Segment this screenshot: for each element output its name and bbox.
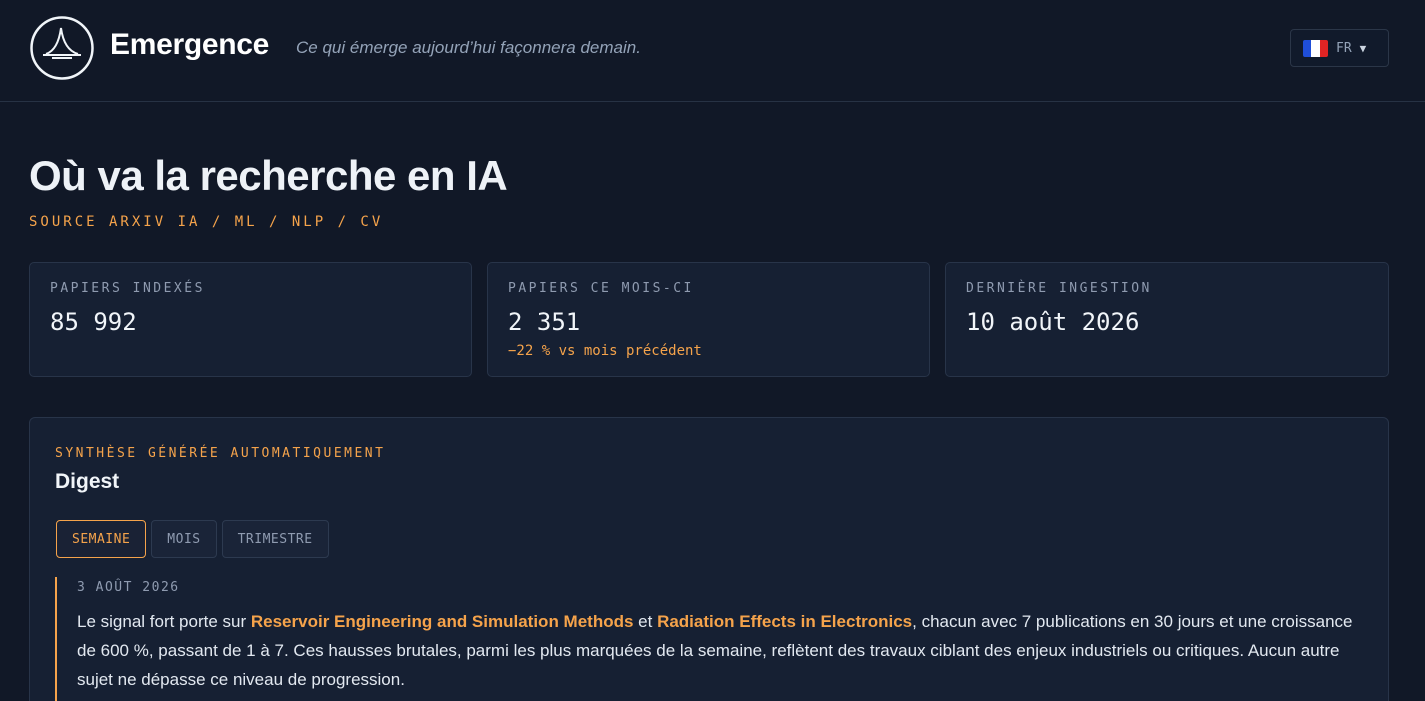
stat-delta: −22 % vs mois précédent <box>508 343 702 359</box>
language-selector[interactable]: FR ▼ <box>1290 29 1389 67</box>
stat-label: PAPIERS CE MOIS-CI <box>508 281 694 296</box>
stat-card-last-ingestion: DERNIÈRE INGESTION 10 août 2026 <box>945 262 1389 377</box>
digest-topic-link[interactable]: Radiation Effects in Electronics <box>657 612 912 631</box>
brand-tagline: Ce qui émerge aujourd’hui façonnera dema… <box>296 38 641 57</box>
chevron-down-icon: ▼ <box>1359 41 1367 55</box>
tab-trimestre[interactable]: TRIMESTRE <box>221 520 329 558</box>
app-header: Emergence Ce qui émerge aujourd’hui faço… <box>0 0 1425 102</box>
tab-semaine[interactable]: SEMAINE <box>56 520 147 558</box>
digest-title: Digest <box>55 470 120 493</box>
emergence-logo-icon[interactable] <box>29 16 95 80</box>
stat-value: 10 août 2026 <box>966 308 1140 336</box>
stat-label: DERNIÈRE INGESTION <box>966 281 1152 296</box>
stat-label: PAPIERS INDEXÉS <box>50 281 205 296</box>
page-title: Où va la recherche en IA <box>29 152 508 199</box>
digest-period-tabs: SEMAINE MOIS TRIMESTRE <box>56 520 329 558</box>
tab-mois[interactable]: MOIS <box>151 520 217 558</box>
stat-value: 85 992 <box>50 308 137 336</box>
language-code: FR <box>1336 40 1352 56</box>
stat-card-indexed: PAPIERS INDEXÉS 85 992 <box>29 262 472 377</box>
digest-entry-text: Le signal fort porte sur Reservoir Engin… <box>77 607 1357 694</box>
stat-card-this-month: PAPIERS CE MOIS-CI 2 351 −22 % vs mois p… <box>487 262 930 377</box>
digest-kicker: SYNTHÈSE GÉNÉRÉE AUTOMATIQUEMENT <box>55 446 386 461</box>
france-flag-icon <box>1303 39 1328 57</box>
digest-topic-link[interactable]: Reservoir Engineering and Simulation Met… <box>251 612 634 631</box>
digest-entry-date: 3 AOÛT 2026 <box>77 580 180 595</box>
digest-text-intro: Le signal fort porte sur <box>77 612 251 631</box>
digest-panel: SYNTHÈSE GÉNÉRÉE AUTOMATIQUEMENT Digest … <box>29 417 1389 701</box>
brand-name[interactable]: Emergence <box>110 28 269 62</box>
source-label: SOURCE ARXIV IA / ML / NLP / CV <box>29 214 384 230</box>
digest-entry: 3 AOÛT 2026 Le signal fort porte sur Res… <box>55 577 1355 701</box>
stat-value: 2 351 <box>508 308 581 336</box>
digest-text-and: et <box>633 612 658 631</box>
